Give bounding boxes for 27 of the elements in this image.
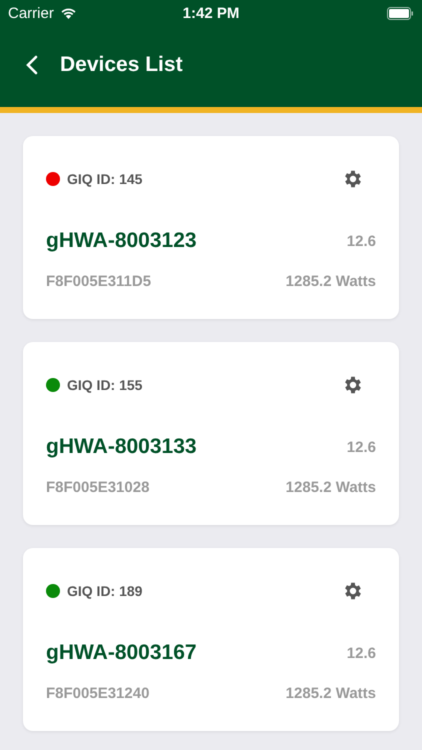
- device-card[interactable]: GIQ ID: 145 gHWA-8003123 12.6 F8F005E311D5 1285.2 Watts: [23, 136, 399, 319]
- settings-icon[interactable]: [342, 374, 364, 396]
- back-icon[interactable]: [26, 54, 38, 74]
- mac-address: F8F005E311D5: [46, 273, 152, 290]
- battery-icon: [387, 6, 414, 20]
- settings-icon[interactable]: [342, 580, 364, 602]
- power-reading: 1285.2 Watts: [286, 479, 376, 496]
- power-reading: 1285.2 Watts: [286, 685, 376, 702]
- mac-address: F8F005E31240: [46, 685, 150, 702]
- device-id: GIQ ID: 189: [67, 583, 142, 599]
- device-reading: 12.6: [346, 232, 376, 250]
- device-name: gHWA-8003123: [46, 229, 197, 253]
- page-title: Devices List: [60, 52, 183, 76]
- settings-icon[interactable]: [342, 168, 364, 190]
- device-name: gHWA-8003133: [46, 435, 197, 459]
- device-reading: 12.6: [346, 644, 376, 662]
- device-id: GIQ ID: 155: [67, 377, 142, 393]
- device-card[interactable]: GIQ ID: 155 gHWA-8003133 12.6 F8F005E31028 1285.2 Watts: [23, 342, 399, 525]
- device-card[interactable]: GIQ ID: 189 gHWA-8003167 12.6 F8F005E31240 1285.2 Watts: [23, 548, 399, 731]
- device-id: GIQ ID: 145: [67, 171, 142, 187]
- mac-address: F8F005E31028: [46, 479, 150, 496]
- carrier-label: Carrier: [8, 4, 54, 22]
- power-reading: 1285.2 Watts: [286, 273, 376, 290]
- time-label: 1:42 PM: [182, 4, 240, 22]
- device-name: gHWA-8003167: [46, 641, 197, 665]
- device-reading: 12.6: [346, 438, 376, 456]
- wifi-icon: [60, 7, 77, 19]
